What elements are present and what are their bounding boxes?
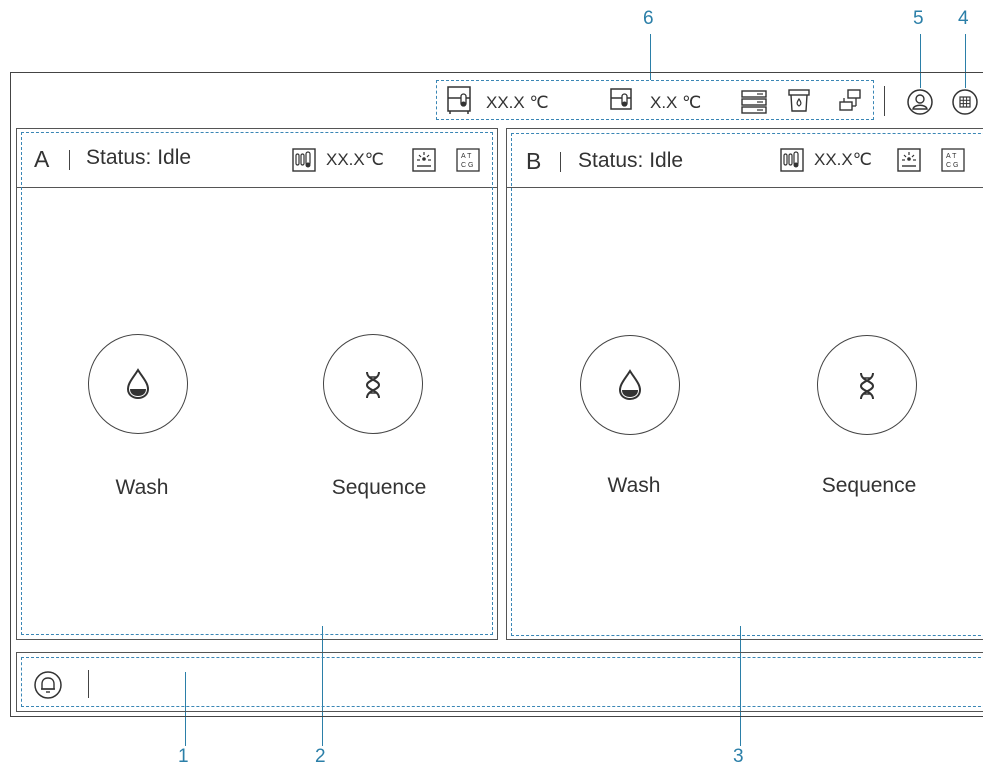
callout-5: 5 [913, 8, 924, 29]
waste-container-icon[interactable] [788, 89, 810, 113]
panel-b-status: Status: Idle [578, 149, 684, 172]
tube-thermometer-icon [292, 148, 316, 172]
water-drop-icon [126, 368, 150, 400]
panel-a-status: Status: Idle [86, 146, 192, 169]
panel-b-title-divider [560, 152, 561, 172]
svg-text:C G: C G [461, 162, 473, 169]
water-drop-icon [618, 369, 642, 401]
panel-a-letter: A [34, 146, 50, 172]
panel-b-sequence-label: Sequence [821, 474, 917, 497]
notification-bar-region [21, 657, 983, 707]
callout-2: 2 [315, 746, 326, 767]
network-icon[interactable] [838, 89, 862, 113]
fridge-thermometer-icon [447, 86, 471, 114]
toolbar-divider [884, 86, 885, 116]
callout-1: 1 [178, 746, 189, 767]
dna-icon [859, 372, 875, 400]
svg-text:A T: A T [461, 153, 472, 160]
dna-icon [365, 371, 381, 399]
toolbar-temp-2: X.X ℃ [650, 93, 702, 112]
callout-3: 3 [733, 746, 744, 767]
svg-text:C G: C G [946, 162, 958, 169]
panel-a-wash-label: Wash [115, 476, 169, 499]
user-icon[interactable] [907, 89, 933, 115]
apps-grid-icon[interactable] [952, 89, 978, 115]
atcg-icon: A T C G [941, 148, 965, 172]
panel-b-temp: XX.X℃ [814, 150, 872, 169]
panel-a-title-divider [69, 150, 70, 170]
callout-6: 6 [643, 8, 654, 29]
module-thermometer-icon [610, 88, 632, 110]
svg-text:A T: A T [946, 153, 957, 160]
toolbar-temp-1: XX.X ℃ [486, 93, 549, 112]
bell-icon[interactable] [34, 671, 62, 699]
callout-4: 4 [958, 8, 969, 29]
notification-divider [88, 670, 89, 698]
storage-rack-icon[interactable] [741, 90, 767, 114]
panel-a-sequence-label: Sequence [331, 476, 427, 499]
atcg-icon: A T C G [456, 148, 480, 172]
tube-thermometer-icon [780, 148, 804, 172]
laser-icon [897, 148, 921, 172]
panel-b-wash-label: Wash [607, 474, 661, 497]
laser-icon [412, 148, 436, 172]
panel-a-temp: XX.X℃ [326, 150, 384, 169]
panel-b-letter: B [526, 148, 542, 174]
